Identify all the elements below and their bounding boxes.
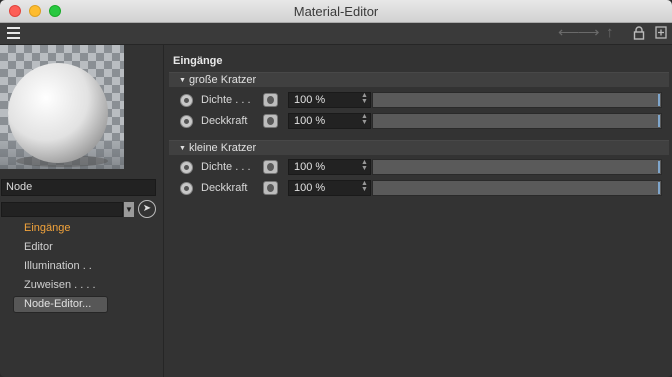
left-panel: Node ▼ ➤ Eingänge Editor Illumination . … — [0, 45, 164, 377]
arrow-left-icon[interactable]: ⟵ — [558, 25, 580, 41]
chevron-down-icon[interactable]: ▼ — [124, 202, 134, 217]
stepper-icon[interactable]: ▲ ▼ — [360, 180, 369, 193]
param-label: Dichte . . . — [201, 161, 251, 173]
param-label: Deckkraft — [201, 115, 248, 127]
section-title: Eingänge — [173, 55, 223, 67]
stepper-icon[interactable]: ▲ ▼ — [360, 159, 369, 172]
node-editor-button[interactable]: Node-Editor... — [13, 296, 108, 313]
arrow-up-icon[interactable]: ↑ — [606, 25, 614, 41]
param-label: Deckkraft — [201, 182, 248, 194]
nav-item-zuweisen[interactable]: Zuweisen . . . . — [24, 279, 96, 291]
keyframe-icon[interactable] — [263, 93, 278, 107]
pick-cursor-icon[interactable]: ➤ — [138, 200, 156, 218]
nav-item-editor[interactable]: Editor — [24, 241, 53, 253]
material-preview — [0, 45, 124, 169]
group-title: große Kratzer — [188, 74, 257, 86]
param-row: Deckkraft 100 % ▲ ▼ — [164, 179, 672, 198]
new-window-icon[interactable] — [655, 26, 667, 39]
group-header-grosse-kratzer[interactable]: ▼ große Kratzer — [169, 72, 669, 87]
slider[interactable] — [372, 92, 662, 108]
slider-handle[interactable] — [658, 161, 660, 173]
attributes-panel: Eingänge ▼ große Kratzer Dichte . . . 100… — [164, 45, 672, 377]
node-select-field[interactable] — [1, 202, 123, 217]
radio-icon[interactable] — [180, 161, 193, 174]
value-field[interactable]: 100 % — [288, 159, 371, 175]
group-header-kleine-kratzer[interactable]: ▼ kleine Kratzer — [169, 140, 669, 155]
slider-handle[interactable] — [658, 94, 660, 106]
keyframe-icon[interactable] — [263, 181, 278, 195]
lock-icon[interactable] — [633, 26, 645, 40]
value-field[interactable]: 100 % — [288, 180, 371, 196]
param-row: Dichte . . . 100 % ▲ ▼ — [164, 91, 672, 110]
keyframe-icon[interactable] — [263, 160, 278, 174]
radio-icon[interactable] — [180, 115, 193, 128]
slider[interactable] — [372, 113, 662, 129]
value-field[interactable]: 100 % — [288, 92, 371, 108]
window-title: Material-Editor — [293, 4, 379, 19]
slider-handle[interactable] — [658, 115, 660, 127]
arrow-right-icon[interactable]: ⟶ — [578, 25, 600, 41]
slider[interactable] — [372, 180, 662, 196]
param-row: Deckkraft 100 % ▲ ▼ — [164, 112, 672, 131]
triangle-down-icon: ▼ — [179, 77, 186, 84]
title-bar: Material-Editor — [0, 0, 672, 23]
nav-item-illumination[interactable]: Illumination . . — [24, 260, 92, 272]
triangle-down-icon: ▼ — [179, 145, 186, 152]
material-editor-window: Material-Editor ⟵ ⟶ ↑ Node ▼ ➤ Eingänge … — [0, 0, 672, 377]
stepper-icon[interactable]: ▲ ▼ — [360, 92, 369, 105]
slider[interactable] — [372, 159, 662, 175]
slider-handle[interactable] — [658, 182, 660, 194]
param-label: Dichte . . . — [201, 94, 251, 106]
node-name-field[interactable]: Node — [1, 179, 156, 196]
menu-icon[interactable] — [7, 27, 20, 39]
keyframe-icon[interactable] — [263, 114, 278, 128]
value-field[interactable]: 100 % — [288, 113, 371, 129]
param-row: Dichte . . . 100 % ▲ ▼ — [164, 158, 672, 177]
radio-icon[interactable] — [180, 182, 193, 195]
toolbar: ⟵ ⟶ ↑ — [0, 23, 672, 45]
group-title: kleine Kratzer — [188, 142, 257, 154]
stepper-icon[interactable]: ▲ ▼ — [360, 113, 369, 126]
radio-icon[interactable] — [180, 94, 193, 107]
nav-item-eingaenge[interactable]: Eingänge — [24, 222, 71, 234]
